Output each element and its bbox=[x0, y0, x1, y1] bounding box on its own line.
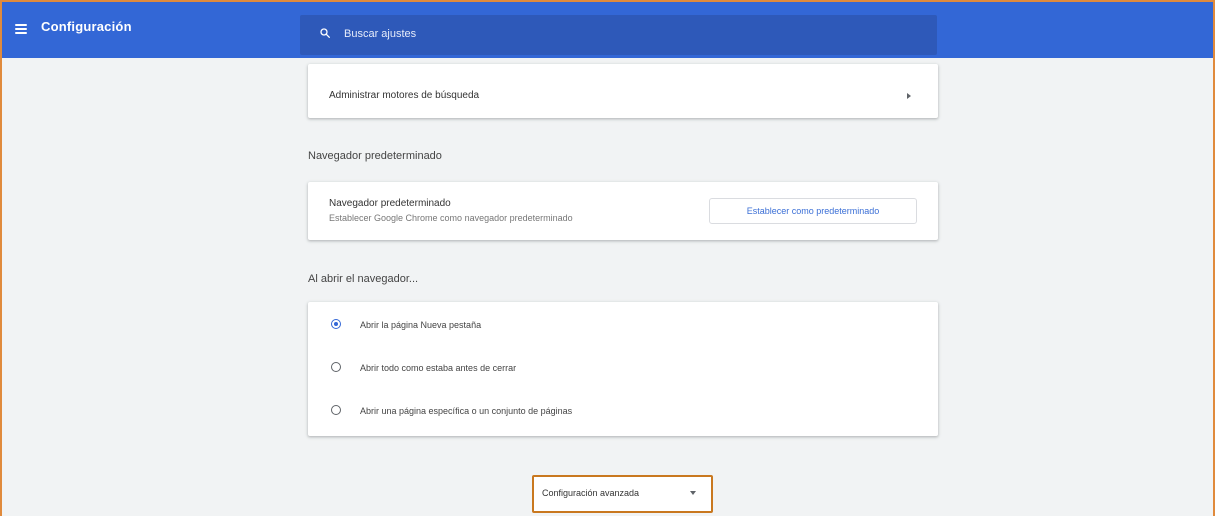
startup-option-label: Abrir todo como estaba antes de cerrar bbox=[360, 363, 517, 373]
radio-button[interactable] bbox=[331, 362, 341, 372]
advanced-settings-button[interactable]: Configuración avanzada bbox=[534, 477, 711, 511]
search-input[interactable] bbox=[344, 25, 904, 43]
on-startup-section-title: Al abrir el navegador... bbox=[308, 273, 419, 285]
search-box[interactable] bbox=[300, 15, 937, 55]
set-default-button[interactable]: Establecer como predeterminado bbox=[709, 198, 917, 224]
on-startup-card: Abrir la página Nueva pestaña Abrir todo… bbox=[308, 302, 938, 436]
default-browser-primary-text: Navegador predeterminado bbox=[329, 198, 451, 209]
settings-window: Configuración Administrar motores de bús… bbox=[0, 0, 1215, 516]
default-browser-section-title: Navegador predeterminado bbox=[308, 150, 442, 162]
startup-option-new-tab[interactable]: Abrir la página Nueva pestaña bbox=[308, 306, 938, 346]
default-browser-secondary-text: Establecer Google Chrome como navegador … bbox=[329, 213, 573, 223]
startup-option-label: Abrir una página específica o un conjunt… bbox=[360, 406, 573, 416]
chevron-right-icon bbox=[907, 93, 911, 99]
startup-option-continue[interactable]: Abrir todo como estaba antes de cerrar bbox=[308, 349, 938, 389]
manage-search-engines-label: Administrar motores de búsqueda bbox=[329, 90, 480, 101]
startup-option-specific-pages[interactable]: Abrir una página específica o un conjunt… bbox=[308, 392, 938, 432]
manage-search-engines-row[interactable]: Administrar motores de búsqueda bbox=[308, 64, 938, 118]
menu-icon[interactable] bbox=[15, 24, 27, 34]
page-title: Configuración bbox=[41, 19, 132, 34]
advanced-settings-label: Configuración avanzada bbox=[542, 488, 640, 498]
search-icon bbox=[320, 28, 330, 38]
chevron-down-icon bbox=[690, 491, 696, 495]
radio-button[interactable] bbox=[331, 405, 341, 415]
startup-option-label: Abrir la página Nueva pestaña bbox=[360, 320, 482, 330]
header-bar: Configuración bbox=[2, 2, 1213, 58]
default-browser-card: Navegador predeterminado Establecer Goog… bbox=[308, 182, 938, 240]
radio-button-checked[interactable] bbox=[331, 319, 341, 329]
search-engines-card: Administrar motores de búsqueda bbox=[308, 64, 938, 118]
